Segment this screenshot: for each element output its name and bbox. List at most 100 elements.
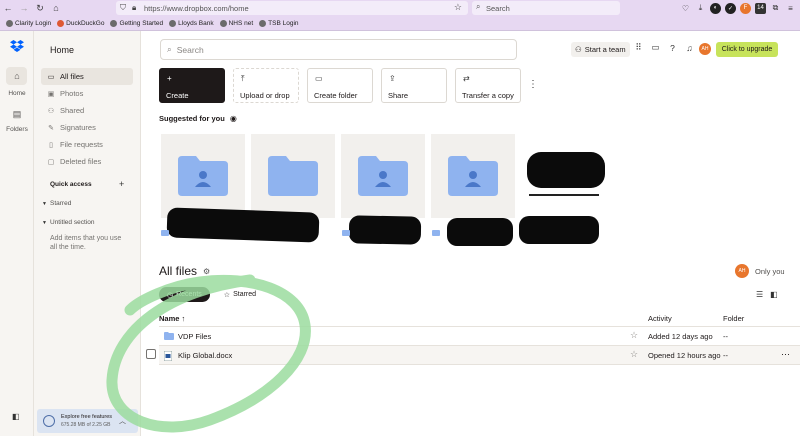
redaction-mark (166, 207, 320, 243)
folder-badge-icon (432, 230, 440, 236)
bookmark-item[interactable]: DuckDuckGo (57, 19, 104, 27)
url-text: https://www.dropbox.com/home (144, 3, 249, 13)
column-name[interactable]: Name ↑ (159, 314, 185, 323)
reload-icon[interactable]: ↻ (32, 3, 48, 14)
star-icon: ☆ (223, 291, 231, 299)
star-icon[interactable]: ☆ (630, 330, 638, 341)
lock-icon[interactable]: 🔒︎ (132, 3, 136, 13)
starred-section[interactable]: Starred (50, 200, 71, 207)
url-bar[interactable]: ⛉ 🔒︎ https://www.dropbox.com/home ☆ (116, 1, 468, 15)
view-toggle: ☰ ◧ (756, 290, 778, 299)
table-row[interactable]: Klip Global.docx ☆ Opened 12 hours ago -… (159, 346, 800, 365)
chevron-down-icon[interactable]: ▼ (42, 201, 47, 207)
chevron-up-icon[interactable]: ︿ (119, 416, 126, 426)
extension-icon[interactable]: ◐ (710, 2, 721, 14)
suggested-item[interactable] (341, 134, 425, 218)
storage-usage: 675.28 MB of 2.25 GB (61, 422, 111, 428)
action-tiles: + Create ⤒ Upload or drop ▭ Create folde… (159, 68, 521, 103)
quick-access-heading: Quick access (50, 181, 92, 188)
home-icon[interactable]: ⌂ (48, 3, 64, 13)
sidebar-item-signatures[interactable]: ✎ Signatures (41, 119, 133, 136)
gear-icon[interactable]: ⚙ (203, 267, 210, 276)
column-activity[interactable]: Activity (648, 314, 672, 323)
explore-features-promo[interactable]: Explore free features 675.28 MB of 2.25 … (37, 409, 138, 433)
bookmark-item[interactable]: Clarity Login (6, 19, 51, 27)
bookmark-item[interactable]: Getting Started (110, 19, 163, 27)
suggested-item[interactable] (251, 134, 335, 218)
collapse-sidebar-icon[interactable]: ◧ (12, 412, 20, 421)
folder-icon (268, 156, 318, 196)
star-icon[interactable]: ☆ (630, 349, 638, 360)
sidebar-item-deleted-files[interactable]: ▢ Deleted files (41, 153, 133, 170)
transfer-button[interactable]: ⇄ Transfer a copy (455, 68, 521, 103)
account-avatar[interactable]: AH (699, 43, 711, 55)
dropbox-logo-icon[interactable] (10, 40, 24, 52)
globe-icon (259, 19, 267, 27)
home-icon[interactable]: ⌂ (0, 71, 34, 81)
more-options-icon[interactable]: ⋮ (528, 79, 538, 90)
menu-icon[interactable]: ≡ (785, 3, 796, 14)
redaction-mark (447, 218, 513, 246)
upload-button[interactable]: ⤒ Upload or drop (233, 68, 299, 103)
owner-avatar[interactable]: AH (735, 264, 749, 278)
file-name[interactable]: VDP Files (178, 332, 211, 341)
download-icon[interactable]: ⤓ (695, 3, 706, 14)
tab-recents[interactable]: ◷ Recents (159, 287, 210, 302)
toolbar-icons: ♡ ⤓ ◐ ✓ F 14 ⧉ ≡ (680, 0, 796, 16)
chat-icon[interactable]: ▭ (650, 42, 661, 53)
file-request-icon: ▯ (49, 141, 53, 149)
suggested-heading: Suggested for you ◉ (159, 114, 237, 123)
forward-icon[interactable]: → (16, 3, 32, 13)
tab-starred[interactable]: ☆ Starred (215, 287, 265, 302)
untitled-section[interactable]: Untitled section (50, 219, 94, 226)
folder-badge-icon (161, 230, 169, 236)
search-input[interactable]: ⌕ Search (160, 39, 517, 60)
shield-extension-icon[interactable]: ✓ (725, 2, 736, 14)
suggested-item[interactable] (521, 134, 605, 218)
bookmark-star-icon[interactable]: ☆ (454, 2, 462, 13)
sidebar-item-shared[interactable]: ⚇ Shared (41, 102, 133, 119)
rail-folders-label[interactable]: Folders (0, 126, 34, 133)
puzzle-icon[interactable]: ⧉ (770, 3, 781, 14)
apps-grid-icon[interactable]: ⠿ (633, 42, 644, 53)
suggested-item[interactable] (431, 134, 515, 218)
back-icon[interactable]: ← (0, 3, 16, 13)
more-options-icon[interactable]: ⋯ (781, 349, 790, 360)
column-folder[interactable]: Folder (723, 314, 744, 323)
table-row[interactable]: VDP Files ☆ Added 12 days ago -- (159, 327, 800, 346)
upgrade-button[interactable]: Click to upgrade (716, 42, 778, 57)
clock-icon: ◷ (167, 291, 174, 299)
start-team-button[interactable]: ⚇ Start a team (571, 42, 630, 57)
sidebar-item-all-files[interactable]: ▭ All files (41, 68, 133, 85)
profile-avatar[interactable]: F (740, 2, 751, 14)
bell-icon[interactable]: ♫ (684, 43, 695, 53)
rail-home-label[interactable]: Home (0, 90, 34, 97)
shield-icon[interactable]: ⛉ (120, 3, 126, 13)
bookmark-item[interactable]: NHS net (219, 19, 253, 27)
bookmark-item[interactable]: Lloyds Bank (169, 19, 214, 27)
sort-arrow-icon: ↑ (181, 314, 186, 323)
globe-icon (6, 19, 13, 27)
pocket-icon[interactable]: ♡ (680, 3, 691, 14)
list-view-icon[interactable]: ☰ (756, 290, 763, 299)
add-quick-access-icon[interactable]: + (119, 179, 124, 189)
create-button[interactable]: + Create (159, 68, 225, 103)
header-icons: ⠿ ▭ ? ♫ (633, 42, 695, 53)
sidebar-item-photos[interactable]: ▣ Photos (41, 85, 133, 102)
share-icon: ⇪ (389, 74, 396, 83)
help-icon[interactable]: ? (667, 43, 678, 53)
panel-view-icon[interactable]: ◧ (770, 290, 778, 299)
folders-icon[interactable]: ▤ (0, 109, 34, 120)
bookmark-item[interactable]: TSB Login (259, 19, 299, 27)
row-checkbox[interactable] (146, 349, 156, 359)
file-folder: -- (723, 332, 728, 341)
browser-search-bar[interactable]: ⌕ Search (472, 1, 620, 15)
suggested-item[interactable] (161, 134, 245, 218)
chevron-down-icon[interactable]: ▼ (42, 220, 47, 226)
eye-icon[interactable]: ◉ (230, 114, 237, 123)
create-folder-button[interactable]: ▭ Create folder (307, 68, 373, 103)
share-button[interactable]: ⇪ Share (381, 68, 447, 103)
sidebar-item-file-requests[interactable]: ▯ File requests (41, 136, 133, 153)
extensions-badge[interactable]: 14 (755, 2, 766, 14)
file-name[interactable]: Klip Global.docx (178, 351, 232, 360)
